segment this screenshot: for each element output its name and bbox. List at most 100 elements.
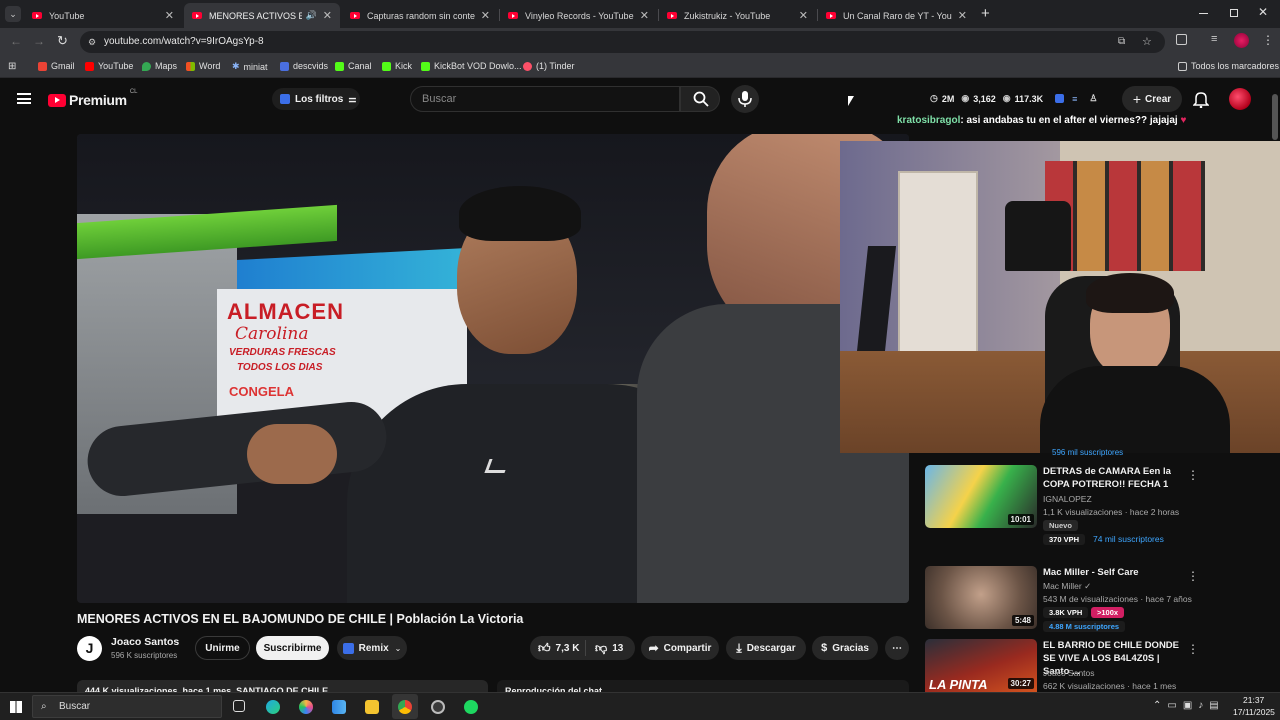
browser-tab[interactable]: Vinyleo Records - YouTube ✕ <box>500 3 657 28</box>
minimize-icon[interactable] <box>1199 13 1208 14</box>
subscribe-button[interactable]: Suscribirme <box>256 636 329 660</box>
close-tab-icon[interactable]: ✕ <box>481 9 490 22</box>
video-title[interactable]: DETRAS de CAMARA Een la COPA POTRERO!! F… <box>1043 465 1183 491</box>
like-button[interactable]: 👍︎ 7,3 K <box>530 640 586 656</box>
bookmark-star-icon[interactable]: ☆ <box>1142 31 1152 53</box>
queue-icon[interactable]: ≡ <box>1072 94 1077 104</box>
filters-button[interactable]: Los filtros ⚌ <box>272 88 360 110</box>
edge-icon[interactable] <box>266 700 280 714</box>
store-icon[interactable] <box>332 700 346 714</box>
search-button[interactable] <box>680 86 720 112</box>
browser-tab[interactable]: Zukistrukiz - YouTube ✕ <box>659 3 816 28</box>
youtube-favicon-icon <box>667 12 677 19</box>
site-info-icon[interactable]: ⚙ <box>88 31 96 53</box>
channel-name[interactable]: Joaco Santos <box>1043 668 1095 678</box>
windows-start-icon[interactable] <box>10 701 22 713</box>
taskbar-search[interactable]: ⌕ Buscar <box>32 695 222 718</box>
new-tab-button[interactable]: + <box>981 5 990 22</box>
bookmark-gmail[interactable]: Gmail <box>38 61 75 71</box>
thanks-button[interactable]: $ Gracias <box>812 636 878 660</box>
speaker-icon[interactable]: 🔊 <box>306 10 317 21</box>
share-button[interactable]: ➦ Compartir <box>641 636 719 660</box>
file-explorer-icon[interactable] <box>365 700 379 714</box>
hamburger-menu-icon[interactable] <box>17 93 31 104</box>
more-actions-icon[interactable]: ⋮ <box>1187 642 1199 656</box>
apps-grid-icon[interactable]: ⊞ <box>8 61 16 72</box>
profile-avatar[interactable] <box>1234 33 1249 48</box>
join-button[interactable]: Unirme <box>195 636 250 660</box>
extension-icon[interactable]: ♙ <box>1089 93 1097 104</box>
tab-title: YouTube <box>49 10 85 21</box>
remix-button[interactable]: Remix ⌄ <box>337 636 407 660</box>
recommended-video[interactable]: 10:01 DETRAS de CAMARA Een la COPA POTRE… <box>925 465 1270 545</box>
filters-label: Los filtros <box>295 93 344 105</box>
recommended-video[interactable]: 5:48 Mac Miller - Self Care Mac Miller ✓… <box>925 566 1270 636</box>
more-actions-icon[interactable]: ⋮ <box>1187 569 1199 583</box>
bookmark-kick[interactable]: Kick <box>382 61 412 71</box>
channel-name[interactable]: Joaco Santos <box>111 636 179 648</box>
forward-icon[interactable]: → <box>33 34 45 48</box>
clock-icon: ◷ <box>930 93 938 103</box>
media-control-icon[interactable]: ≡ <box>1211 33 1217 45</box>
all-bookmarks[interactable]: Todos los marcadores <box>1178 61 1279 71</box>
browser-tab[interactable]: YouTube ✕ <box>24 3 182 28</box>
youtube-logo[interactable]: Premium CL <box>48 89 137 108</box>
close-tab-icon[interactable]: ✕ <box>958 9 967 22</box>
create-button[interactable]: + Crear <box>1122 86 1182 112</box>
close-window-icon[interactable]: ✕ <box>1258 5 1268 19</box>
chrome-alt-icon[interactable] <box>431 700 445 714</box>
notifications-bell-icon[interactable] <box>1193 91 1209 108</box>
account-avatar[interactable] <box>1229 88 1251 110</box>
chrome-icon[interactable] <box>398 700 412 714</box>
bookmark-word[interactable]: Word <box>186 61 220 71</box>
search-input[interactable]: Buscar <box>410 86 680 112</box>
dislike-button[interactable]: 👎︎ 13 <box>586 641 623 656</box>
video-person-center-hair <box>459 186 581 241</box>
browser-menu-icon[interactable]: ⋮ <box>1262 33 1274 47</box>
bookmark-descvids[interactable]: descvids <box>280 61 328 71</box>
install-app-icon[interactable]: ⧉ <box>1118 31 1125 53</box>
scrollbar-thumb[interactable] <box>1272 94 1278 140</box>
bookmark-maps[interactable]: Maps <box>142 61 177 71</box>
bookmark-kickbot[interactable]: KickBot VOD Dowlo... <box>421 61 522 71</box>
bookmarks-bar: ⊞ Gmail YouTube Maps Word ✱ miniat descvi… <box>0 56 1280 78</box>
more-actions-icon[interactable]: ⋮ <box>1187 468 1199 482</box>
spotify-icon[interactable] <box>464 700 478 714</box>
bookmark-label: (1) Tinder <box>536 61 575 71</box>
bookmark-miniat[interactable]: ✱ miniat <box>232 61 268 72</box>
browser-tab[interactable]: Capturas random sin contexto ✕ <box>342 3 498 28</box>
bookmark-canal[interactable]: Canal <box>335 61 372 71</box>
voice-search-button[interactable] <box>731 85 759 113</box>
clock-time[interactable]: 21:37 <box>1243 695 1264 705</box>
bookmark-youtube[interactable]: YouTube <box>85 61 133 71</box>
recommended-video[interactable]: LA PINTA 30:27 EL BARRIO DE CHILE DONDE … <box>925 639 1270 692</box>
copilot-icon[interactable] <box>299 700 313 714</box>
task-view-icon[interactable] <box>233 700 245 712</box>
channel-avatar[interactable]: J <box>77 636 102 661</box>
tab-search-icon[interactable]: ⌄ <box>5 6 21 22</box>
close-tab-icon[interactable]: ✕ <box>165 9 174 22</box>
video-thumbnail[interactable]: LA PINTA 30:27 <box>925 639 1037 692</box>
more-options-button[interactable]: ⋯ <box>885 636 909 660</box>
browser-tab[interactable]: Un Canal Raro de YT - YouTube ✕ <box>818 3 975 28</box>
clock-date[interactable]: 17/11/2025 <box>1233 707 1275 717</box>
close-tab-icon[interactable]: ✕ <box>640 9 649 22</box>
browser-tab-active[interactable]: MENORES ACTIVOS EN EL B 🔊 ✕ <box>184 3 340 28</box>
reload-icon[interactable]: ↻ <box>57 33 68 49</box>
video-title[interactable]: Mac Miller - Self Care <box>1043 566 1183 579</box>
video-player[interactable]: ALMACEN Carolina VERDURAS FRESCAS TODOS … <box>77 134 909 603</box>
video-thumbnail[interactable]: 5:48 <box>925 566 1037 629</box>
url-field[interactable]: ⚙ youtube.com/watch?v=9IrOAgsYp-8 ⧉ ☆ <box>80 31 1165 53</box>
download-button[interactable]: ⤓ Descargar <box>726 636 806 660</box>
close-tab-icon[interactable]: ✕ <box>799 9 808 22</box>
channel-name[interactable]: Mac Miller ✓ <box>1043 581 1091 592</box>
back-icon[interactable]: ← <box>10 34 22 48</box>
system-tray-icons[interactable]: ⌃▭▣♪▤ <box>1153 700 1225 711</box>
filter-logo-icon[interactable] <box>1055 94 1065 103</box>
video-thumbnail[interactable]: 10:01 <box>925 465 1037 528</box>
extensions-icon[interactable] <box>1176 34 1187 45</box>
close-tab-icon[interactable]: ✕ <box>323 9 332 22</box>
channel-name[interactable]: IGNALOPEZ <box>1043 494 1092 504</box>
bookmark-tinder[interactable]: (1) Tinder <box>523 61 575 71</box>
restore-icon[interactable] <box>1230 9 1238 17</box>
